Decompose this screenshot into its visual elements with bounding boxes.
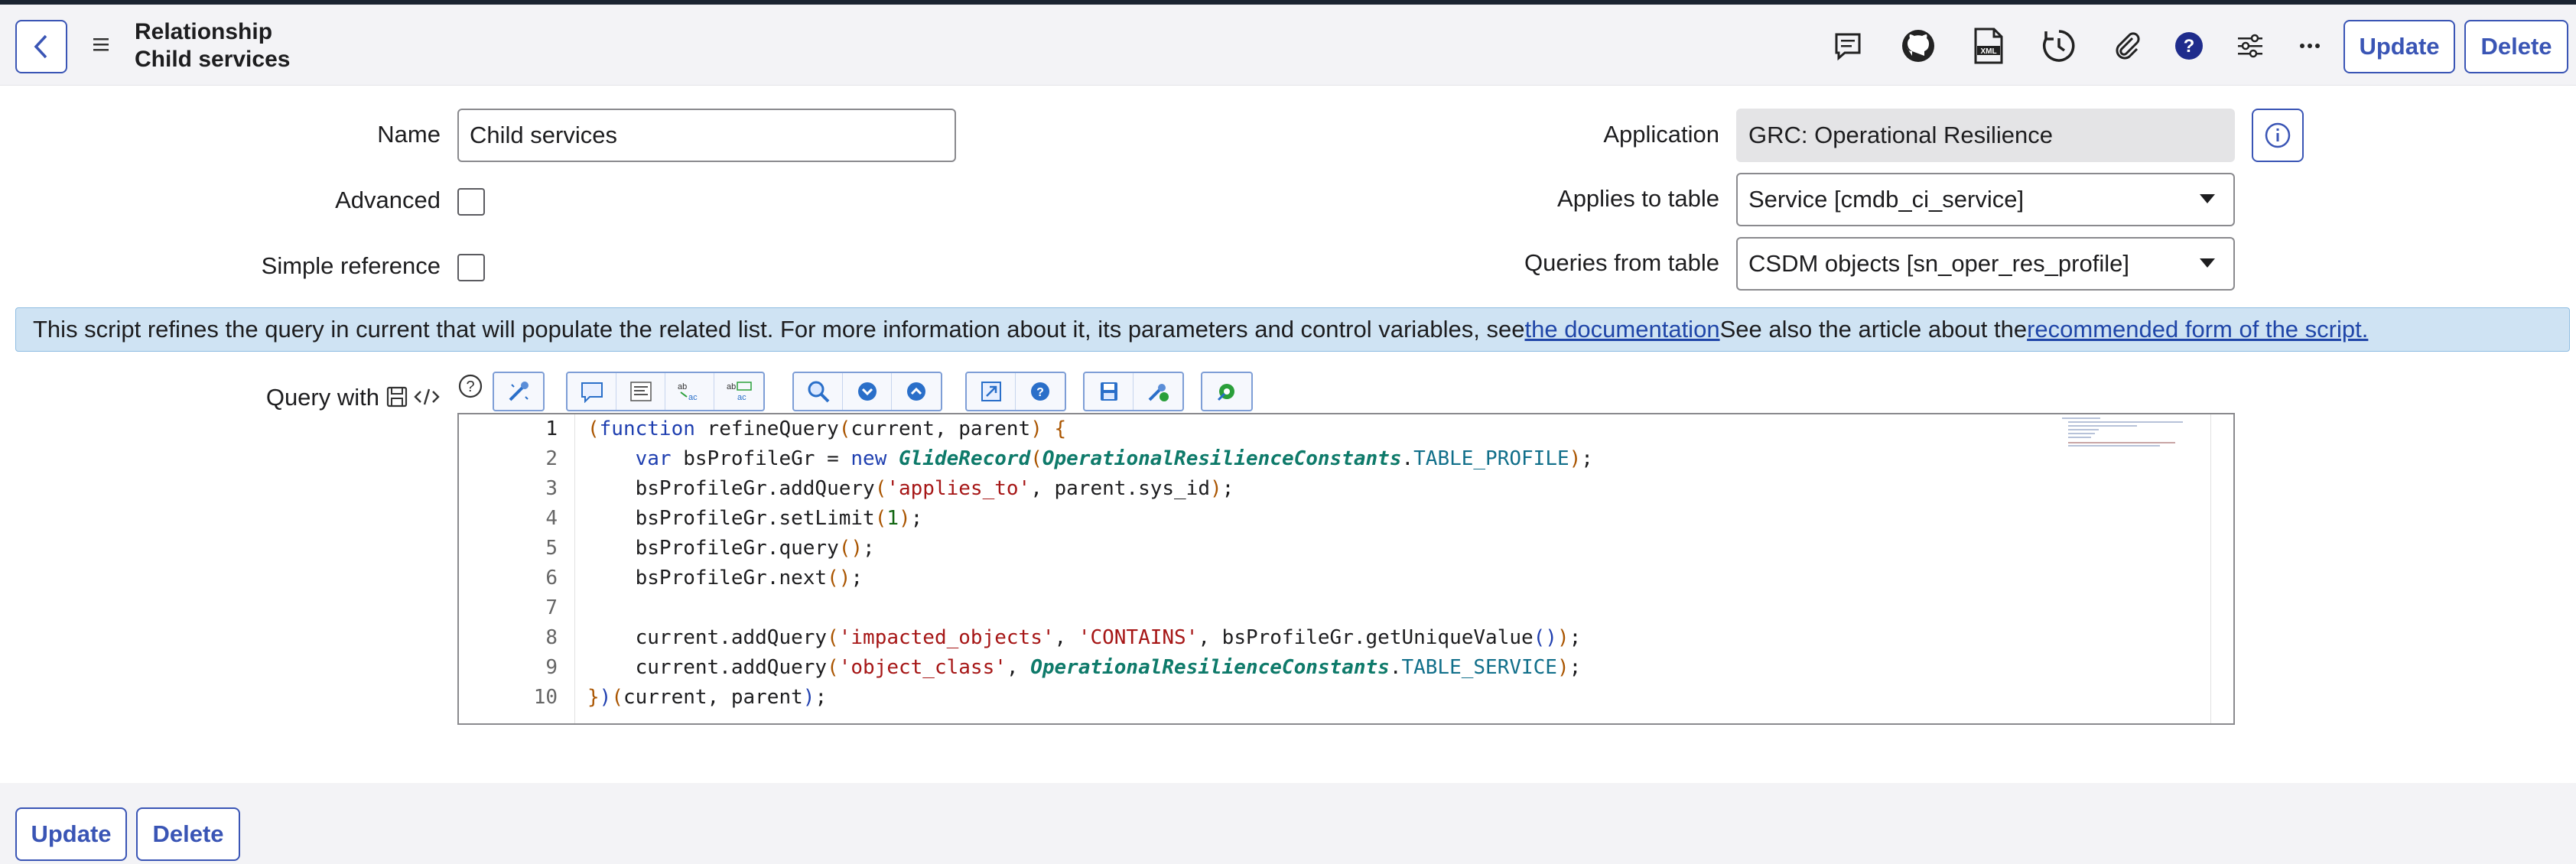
form-body: Name Child services Advanced Simple refe… — [0, 86, 2576, 861]
code-line: current.addQuery('object_class', Operati… — [587, 656, 1582, 679]
advanced-checkbox[interactable] — [457, 188, 485, 216]
script-help-icon[interactable]: ? — [457, 373, 485, 401]
script-settings-icon[interactable] — [1202, 373, 1251, 410]
attachment-icon[interactable] — [2108, 26, 2148, 66]
comment-icon[interactable] — [1828, 26, 1868, 66]
find-previous-icon[interactable] — [892, 373, 941, 410]
simple-reference-checkbox[interactable] — [457, 254, 485, 281]
advanced-label: Advanced — [335, 187, 441, 213]
delete-button[interactable]: Delete — [2464, 20, 2568, 73]
recommended-script-link[interactable]: recommended form of the script. — [2027, 316, 2368, 343]
toggle-comment-icon[interactable] — [568, 373, 616, 410]
svg-text:ab: ab — [678, 382, 687, 391]
line-number: 8 — [545, 626, 558, 649]
applies-to-table-label: Applies to table — [1557, 185, 1719, 212]
back-button[interactable] — [15, 20, 67, 73]
chevron-left-icon — [34, 34, 47, 59]
queries-from-table-select[interactable]: CSDM objects [sn_oper_res_profile] — [1736, 237, 2235, 291]
line-number: 4 — [545, 507, 558, 530]
find-next-icon[interactable] — [843, 373, 892, 410]
replace-all-icon[interactable]: ab ac — [714, 373, 763, 410]
toolbar-group-1 — [493, 372, 545, 411]
code-line: current.addQuery('impacted_objects', 'CO… — [587, 626, 1582, 649]
line-number: 9 — [545, 656, 558, 679]
svg-text:?: ? — [1036, 386, 1044, 399]
toolbar-group-5 — [1083, 372, 1184, 411]
svg-text:?: ? — [466, 378, 474, 395]
applies-to-table-select[interactable]: Service [cmdb_ci_service] — [1736, 173, 2235, 226]
banner-text-2: See also the article about the — [1719, 316, 2028, 343]
page-title: Relationship Child services — [135, 18, 290, 73]
fullscreen-icon[interactable] — [967, 373, 1016, 410]
simple-reference-label: Simple reference — [261, 252, 441, 279]
code-view-icon[interactable] — [413, 385, 441, 410]
hamburger-menu-icon[interactable] — [90, 34, 112, 55]
query-with-label: Query with — [265, 384, 379, 411]
code-line: bsProfileGr.query(); — [587, 537, 875, 560]
replace-icon[interactable]: ab ac — [665, 373, 714, 410]
xml-file-icon[interactable]: XML — [1969, 26, 2008, 66]
application-field: GRC: Operational Resilience — [1736, 109, 2235, 162]
search-icon[interactable] — [794, 373, 843, 410]
line-number: 6 — [545, 567, 558, 590]
save-icon[interactable] — [1085, 373, 1134, 410]
footer-delete-button[interactable]: Delete — [136, 807, 240, 861]
history-icon[interactable] — [2039, 26, 2079, 66]
script-debug-icon[interactable] — [1134, 373, 1182, 410]
application-info-button[interactable] — [2252, 109, 2304, 162]
info-icon — [2265, 122, 2291, 148]
record-type-label: Relationship — [135, 19, 273, 44]
settings-sliders-icon[interactable] — [2230, 26, 2270, 66]
update-button[interactable]: Update — [2343, 20, 2455, 73]
script-wizard-icon[interactable] — [494, 373, 543, 410]
applies-to-table-value: Service [cmdb_ci_service] — [1748, 186, 2025, 213]
toolbar-group-3 — [792, 372, 942, 411]
script-editor[interactable]: 1 2 3 4 5 6 7 8 9 10 (function refineQue… — [457, 413, 2235, 725]
line-number: 3 — [545, 477, 558, 500]
code-line: bsProfileGr.next(); — [587, 567, 864, 590]
code-line: (function refineQuery(current, parent) { — [587, 417, 1067, 440]
line-number: 2 — [545, 447, 558, 470]
code-line: bsProfileGr.setLimit(1); — [587, 507, 923, 530]
toolbar-group-6 — [1201, 372, 1253, 411]
svg-text:ac: ac — [688, 393, 698, 402]
svg-text:?: ? — [2184, 36, 2195, 57]
line-number: 1 — [545, 417, 558, 440]
line-number-gutter: 1 2 3 4 5 6 7 8 9 10 — [459, 414, 575, 723]
dropdown-arrow-icon — [2200, 258, 2215, 268]
line-number: 10 — [533, 686, 558, 709]
github-icon[interactable] — [1898, 26, 1938, 66]
editor-scrollbar[interactable] — [2210, 414, 2233, 723]
code-line: bsProfileGr.addQuery('applies_to', paren… — [587, 477, 1234, 500]
line-number: 7 — [545, 596, 558, 619]
toolbar-group-2: ab ac ab ac — [566, 372, 765, 411]
info-banner: This script refines the query in current… — [15, 307, 2570, 352]
editor-help-icon[interactable]: ? — [1016, 373, 1065, 410]
svg-text:XML: XML — [1980, 47, 1996, 56]
banner-text-1: This script refines the query in current… — [33, 316, 1525, 343]
help-icon[interactable]: ? — [2169, 26, 2209, 66]
documentation-link[interactable]: the documentation — [1524, 316, 1719, 343]
queries-from-table-label: Queries from table — [1524, 249, 1719, 276]
code-minimap — [2062, 417, 2183, 447]
code-line: var bsProfileGr = new GlideRecord(Operat… — [635, 447, 1593, 470]
toolbar-group-4: ? — [965, 372, 1066, 411]
more-options-icon[interactable] — [2290, 26, 2330, 66]
record-name-label: Child services — [135, 47, 291, 72]
code-line: })(current, parent); — [587, 686, 828, 709]
application-label: Application — [1603, 121, 1719, 148]
svg-text:ab: ab — [727, 382, 736, 391]
footer-update-button[interactable]: Update — [15, 807, 127, 861]
dropdown-arrow-icon — [2200, 194, 2215, 203]
name-field[interactable]: Child services — [457, 109, 956, 162]
form-header: Relationship Child services XML ? Update… — [0, 5, 2576, 86]
line-number: 5 — [545, 537, 558, 560]
format-code-icon[interactable] — [616, 373, 665, 410]
name-label: Name — [377, 121, 441, 148]
save-script-icon[interactable] — [385, 385, 410, 410]
queries-from-table-value: CSDM objects [sn_oper_res_profile] — [1748, 250, 2129, 277]
svg-text:ac: ac — [737, 393, 746, 402]
